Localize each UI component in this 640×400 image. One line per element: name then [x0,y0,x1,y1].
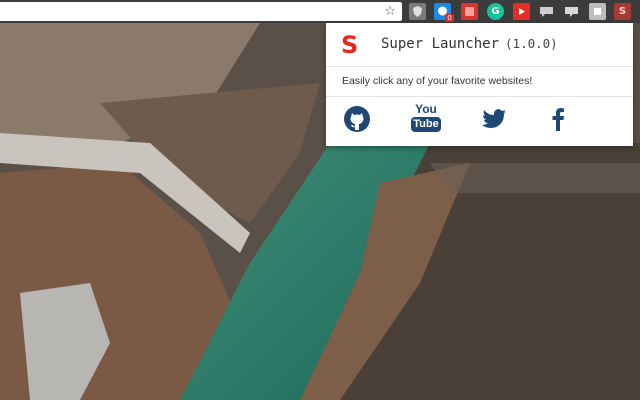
app-name: Super Launcher [381,36,500,52]
github-icon [344,106,370,132]
s-icon[interactable]: S [614,3,631,20]
twitter-link[interactable] [478,103,510,135]
github-link[interactable] [341,103,373,135]
youtube-logo-tube: Tube [413,118,439,130]
popup-header: S Super Launcher (1.0.0) [326,23,633,67]
facebook-icon [552,108,564,131]
speech-bubble-icon[interactable] [538,3,555,20]
site-links: You Tube [326,99,633,139]
description-text: Easily click any of your favorite websit… [342,75,533,87]
puzzle-icon[interactable] [589,3,606,20]
twitter-icon [482,109,506,128]
notification-badge: 0 [445,14,454,22]
youtube-link[interactable]: You Tube [410,103,442,135]
youtube-logo-box: Tube [411,117,441,132]
facebook-link[interactable] [542,103,574,135]
popup-title: Super Launcher (1.0.0) [381,36,558,52]
logo: S [341,31,359,59]
message-icon[interactable] [563,3,580,20]
app-version: (1.0.0) [505,36,558,51]
chat-icon[interactable]: 0 [434,3,454,22]
square-icon[interactable] [461,3,478,20]
star-icon[interactable]: ☆ [384,3,396,20]
shield-icon[interactable] [409,3,426,20]
browser-toolbar: ☆ 0 G S [0,0,640,23]
youtube-logo-you: You [415,102,437,116]
g-icon[interactable]: G [487,3,504,20]
address-bar[interactable]: ☆ [0,2,402,21]
play-icon[interactable] [513,3,530,20]
youtube-icon: You Tube [410,103,442,135]
popup-description: Easily click any of your favorite websit… [326,67,633,97]
super-launcher-popup: S Super Launcher (1.0.0) Easily click any… [326,23,633,146]
